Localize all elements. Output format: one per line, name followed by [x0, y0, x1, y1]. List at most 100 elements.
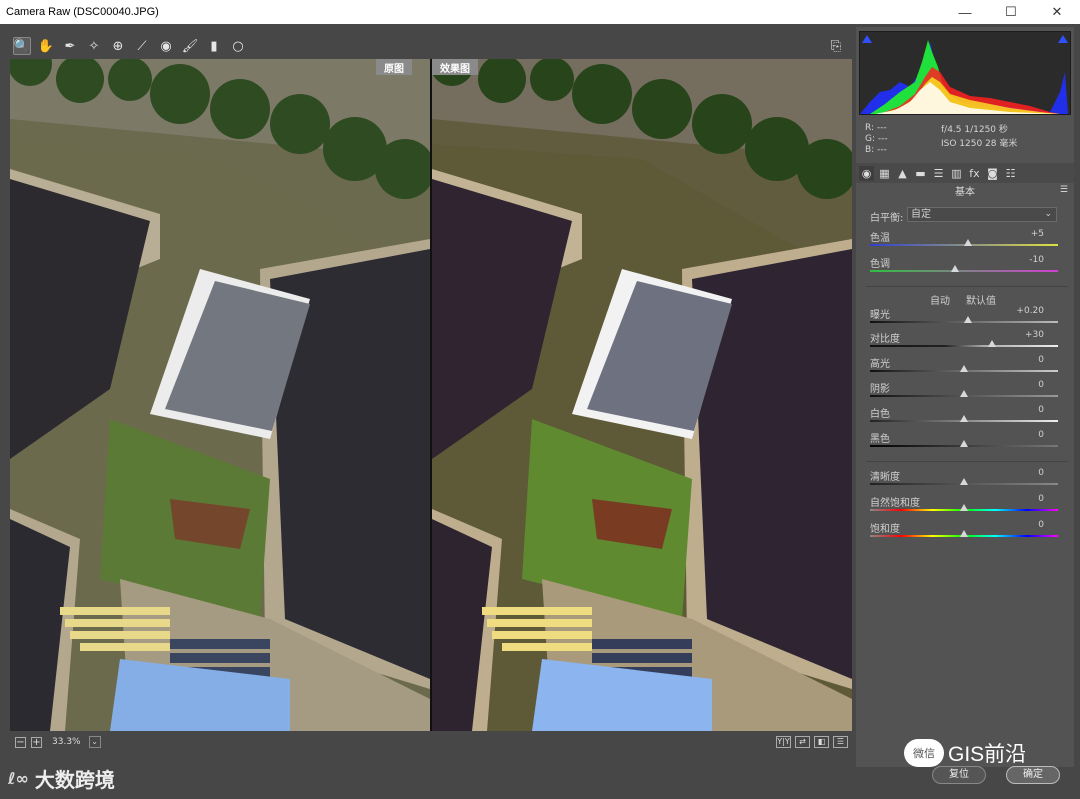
contrast-slider[interactable]: 对比度 +30	[870, 330, 1058, 354]
vibrance-thumb[interactable]	[960, 504, 968, 511]
contrast-label: 对比度	[870, 334, 900, 345]
straighten-tool-icon[interactable]: ⟋	[133, 37, 151, 55]
shadows-label: 阴影	[870, 384, 890, 395]
tint-track[interactable]	[870, 270, 1058, 272]
defaults-button[interactable]: 默认值	[966, 292, 996, 307]
contrast-thumb[interactable]	[988, 340, 997, 347]
highlight-clipping-warning-icon[interactable]	[1058, 35, 1068, 43]
tint-label: 色调	[870, 259, 890, 270]
zoom-in-button[interactable]: +	[31, 736, 42, 748]
shadows-slider[interactable]: 阴影 0	[870, 380, 1058, 404]
highlights-thumb[interactable]	[960, 365, 968, 372]
zoom-tool-icon[interactable]: 🔍	[13, 37, 31, 55]
graduated-filter-icon[interactable]: ▮	[205, 37, 223, 55]
export-icon[interactable]: ⎘	[827, 37, 845, 55]
maximize-button[interactable]: ☐	[988, 0, 1034, 24]
white-balance-value: 自定	[911, 209, 931, 220]
white-balance-tool-icon[interactable]: ✒	[61, 37, 79, 55]
hand-tool-icon[interactable]: ✋	[37, 37, 55, 55]
ok-button[interactable]: 确定	[1006, 766, 1060, 784]
watermark-text: GIS前沿	[948, 743, 1027, 766]
camera-calibration-tab-icon[interactable]: ◙	[985, 166, 1000, 181]
green-readout: G: ---	[865, 134, 888, 144]
temperature-slider[interactable]: 色温 +5	[870, 229, 1058, 253]
split-toning-tab-icon[interactable]: ☰	[931, 166, 946, 181]
tint-value[interactable]: -10	[1029, 255, 1044, 265]
after-aerial-photo	[432, 59, 852, 731]
view-buttons: Y|Y ⇄ ◧ ☰	[776, 736, 848, 748]
blue-readout: B: ---	[865, 145, 887, 155]
contrast-track[interactable]	[870, 345, 1058, 347]
adjustment-brush-icon[interactable]: 🖌	[181, 37, 199, 55]
vibrance-label: 自然饱和度	[870, 498, 920, 509]
before-label: 原图	[376, 59, 412, 75]
red-eye-tool-icon[interactable]: ◉	[157, 37, 175, 55]
shadow-clipping-warning-icon[interactable]	[862, 35, 872, 43]
presets-tab-icon[interactable]: ☷	[1003, 166, 1018, 181]
wechat-icon: 微信	[904, 739, 944, 767]
saturation-value[interactable]: 0	[1038, 520, 1044, 530]
zoom-out-button[interactable]: −	[15, 736, 26, 748]
image-preview[interactable]: 原图 效果图	[10, 59, 852, 731]
detail-tab-icon[interactable]: ▲	[895, 166, 910, 181]
auto-button[interactable]: 自动	[930, 292, 950, 307]
tone-curve-tab-icon[interactable]: ▦	[877, 166, 892, 181]
whites-thumb[interactable]	[960, 415, 968, 422]
chevron-down-icon: ⌄	[1044, 209, 1052, 219]
saturation-slider[interactable]: 饱和度 0	[870, 520, 1058, 544]
tool-bar: 🔍 ✋ ✒ ✧ ⊕ ⟋ ◉ 🖌 ▮ ○	[10, 34, 850, 58]
panel-tabs: ◉ ▦ ▲ ▬ ☰ ▥ fx ◙ ☷	[856, 163, 1074, 183]
clarity-thumb[interactable]	[960, 478, 968, 485]
shadows-value[interactable]: 0	[1038, 380, 1044, 390]
effects-tab-icon[interactable]: fx	[967, 166, 982, 181]
before-after-toggle-button[interactable]: Y|Y	[776, 736, 791, 748]
temperature-thumb[interactable]	[963, 239, 972, 246]
exposure-slider[interactable]: 曝光 +0.20	[870, 306, 1058, 330]
tint-slider[interactable]: 色调 -10	[870, 255, 1058, 279]
window-title: Camera Raw (DSC00040.JPG)	[6, 6, 159, 18]
saturation-thumb[interactable]	[960, 530, 968, 537]
whites-label: 白色	[870, 409, 890, 420]
after-image: 效果图	[432, 59, 852, 731]
highlights-slider[interactable]: 高光 0	[870, 355, 1058, 379]
highlights-value[interactable]: 0	[1038, 355, 1044, 365]
highlights-label: 高光	[870, 359, 890, 370]
before-aerial-photo	[10, 59, 430, 731]
exposure-value[interactable]: +0.20	[1016, 306, 1044, 316]
clarity-slider[interactable]: 清晰度 0	[870, 468, 1058, 492]
tint-thumb[interactable]	[950, 265, 959, 272]
blacks-thumb[interactable]	[960, 440, 968, 447]
lens-corrections-tab-icon[interactable]: ▥	[949, 166, 964, 181]
preview-preferences-button[interactable]: ☰	[833, 736, 848, 748]
hsl-tab-icon[interactable]: ▬	[913, 166, 928, 181]
radial-filter-icon[interactable]: ○	[229, 37, 247, 55]
logo-icon: ℓ∞	[8, 769, 29, 788]
white-balance-select[interactable]: 自定 ⌄	[907, 207, 1057, 222]
blacks-slider[interactable]: 黑色 0	[870, 430, 1058, 454]
exposure-thumb[interactable]	[963, 316, 972, 323]
color-sampler-tool-icon[interactable]: ✧	[85, 37, 103, 55]
vibrance-value[interactable]: 0	[1038, 494, 1044, 504]
vibrance-slider[interactable]: 自然饱和度 0	[870, 494, 1058, 518]
contrast-value[interactable]: +30	[1025, 330, 1044, 340]
temperature-value[interactable]: +5	[1031, 229, 1044, 239]
basic-tab-icon[interactable]: ◉	[859, 165, 874, 181]
rgb-readout: R: --- G: --- B: ---	[865, 123, 888, 156]
close-button[interactable]: ✕	[1034, 0, 1080, 24]
histogram-graph	[860, 40, 1068, 114]
exif-iso-focal: ISO 1250 28 毫米	[941, 139, 1018, 149]
blacks-value[interactable]: 0	[1038, 430, 1044, 440]
copy-settings-button[interactable]: ◧	[814, 736, 829, 748]
whites-slider[interactable]: 白色 0	[870, 405, 1058, 429]
panel-menu-icon[interactable]: ☰	[1060, 185, 1068, 195]
shadows-thumb[interactable]	[960, 390, 968, 397]
swap-settings-button[interactable]: ⇄	[795, 736, 810, 748]
targeted-adjustment-tool-icon[interactable]: ⊕	[109, 37, 127, 55]
zoom-dropdown[interactable]: ⌄	[88, 736, 101, 748]
minimize-button[interactable]: —	[942, 0, 988, 24]
whites-value[interactable]: 0	[1038, 405, 1044, 415]
exif-info: f/4.5 1/1250 秒 ISO 1250 28 毫米	[941, 123, 1017, 151]
red-readout: R: ---	[865, 123, 887, 133]
clarity-value[interactable]: 0	[1038, 468, 1044, 478]
reset-button[interactable]: 复位	[932, 766, 986, 784]
